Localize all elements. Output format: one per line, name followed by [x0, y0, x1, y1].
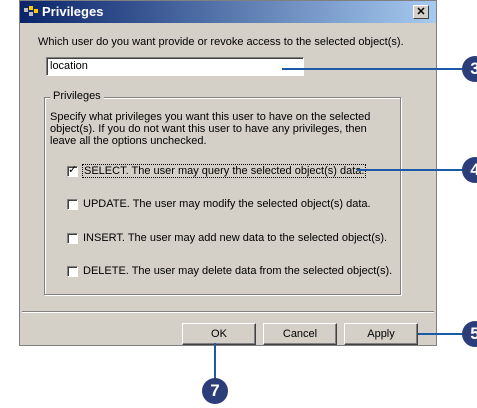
option-delete[interactable]: DELETE. The user may delete data from th… — [67, 265, 392, 277]
option-insert[interactable]: INSERT. The user may add new data to the… — [67, 232, 387, 244]
privileges-dialog: Privileges ✕ Which user do you want prov… — [19, 0, 437, 346]
select-checkbox[interactable]: ✓ — [67, 163, 78, 177]
callout-4: 4 — [462, 157, 477, 183]
callout-line-5 — [418, 333, 468, 335]
option-label: UPDATE. The user may modify the selected… — [83, 198, 371, 211]
user-prompt: Which user do you want provide or revoke… — [38, 36, 404, 48]
cancel-button[interactable]: Cancel — [263, 323, 337, 345]
callout-line-3 — [282, 68, 468, 70]
close-button[interactable]: ✕ — [413, 5, 429, 19]
callout-line-4 — [357, 169, 468, 171]
apply-button[interactable]: Apply — [344, 323, 418, 345]
checkmark-icon: ✓ — [68, 163, 78, 176]
separator — [22, 311, 434, 313]
option-select[interactable]: ✓ SELECT. The user may query the selected… — [67, 163, 367, 179]
callout-line-7 — [214, 343, 216, 381]
option-update[interactable]: UPDATE. The user may modify the selected… — [67, 198, 371, 210]
app-icon — [24, 6, 38, 18]
callout-5: 5 — [462, 321, 477, 347]
close-icon: ✕ — [416, 6, 426, 18]
update-checkbox[interactable] — [67, 198, 78, 210]
callout-3: 3 — [462, 56, 477, 82]
user-input[interactable]: location — [46, 57, 304, 76]
group-description: Specify what privileges you want this us… — [50, 111, 371, 147]
delete-checkbox[interactable] — [67, 265, 78, 277]
option-label: SELECT. The user may query the selected … — [81, 164, 367, 179]
option-label: INSERT. The user may add new data to the… — [83, 232, 388, 245]
insert-checkbox[interactable] — [67, 232, 78, 244]
ok-button[interactable]: OK — [182, 323, 256, 345]
callout-7: 7 — [202, 378, 228, 404]
option-label: DELETE. The user may delete data from th… — [83, 265, 393, 278]
group-label: Privileges — [50, 90, 104, 102]
window-title: Privileges — [42, 4, 104, 19]
title-bar[interactable]: Privileges ✕ — [20, 1, 436, 23]
